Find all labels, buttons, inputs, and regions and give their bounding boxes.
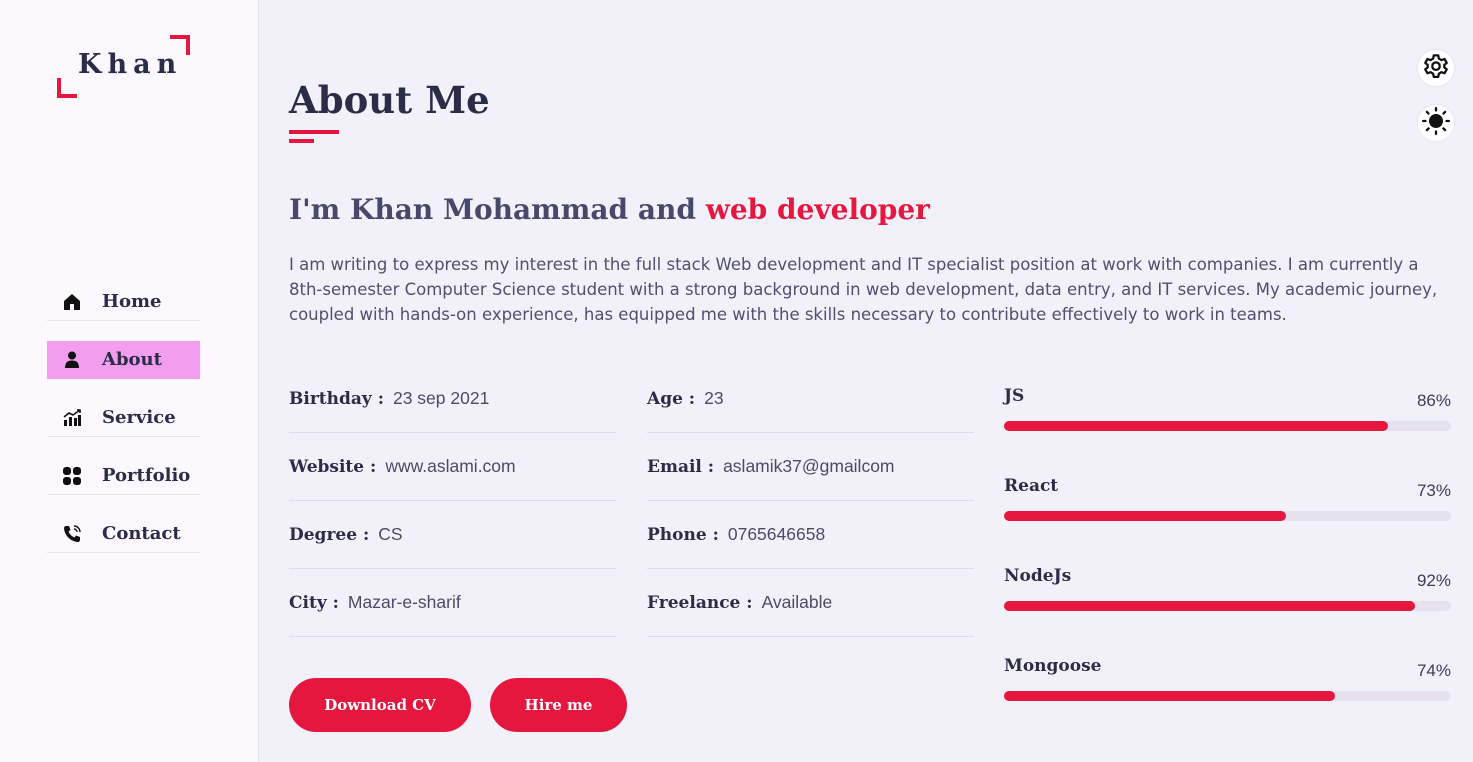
skill-name: NodeJs [1004,566,1072,586]
phone-icon [47,515,97,552]
skill-item: JS 86% [1004,386,1451,476]
skill-bar-fill [1004,511,1286,521]
info-label: City : [289,592,339,613]
settings-button[interactable] [1418,50,1454,86]
gear-icon [1421,51,1451,85]
skill-name: React [1004,476,1059,496]
skill-name: Mongoose [1004,656,1102,676]
skill-bar-track [1004,511,1451,521]
user-icon [47,341,97,378]
skill-percent: 86% [1416,391,1451,410]
info-label: Age : [647,388,696,409]
skill-name: JS [1004,386,1025,406]
sidebar-nav: Home About Service Portfolio Contact [47,283,200,573]
logo-corner-bottom-left [57,78,77,98]
sidebar-item-home[interactable]: Home [47,283,200,321]
sidebar-item-label: Contact [102,523,181,544]
info-label: Degree : [289,524,370,545]
logo[interactable]: Khan [57,35,190,98]
sidebar-item-contact[interactable]: Contact [47,515,200,553]
skill-bar-fill [1004,601,1416,611]
sidebar: Khan Home About Service Portfolio Contac… [0,0,259,762]
info-row-website: Website : www.aslami.com [289,433,616,501]
info-value: CS [378,524,403,544]
headline-accent: web developer [705,193,930,226]
title-underline [289,130,339,134]
skill-bar-track [1004,691,1451,701]
info-value: 23 [704,388,724,408]
info-value: www.aslami.com [385,456,516,476]
skill-bar-track [1004,601,1451,611]
download-cv-button[interactable]: Download CV [289,678,471,732]
skill-percent: 74% [1416,661,1451,680]
skill-bar-track [1004,421,1451,431]
sidebar-item-about[interactable]: About [47,341,200,379]
info-row-freelance: Freelance : Available [647,569,974,637]
skill-bar-fill [1004,691,1335,701]
headline: I'm Khan Mohammad and web developer [289,193,930,226]
info-row-age: Age : 23 [647,365,974,433]
info-label: Freelance : [647,592,753,613]
skill-percent: 73% [1416,481,1451,500]
info-row-phone: Phone : 0765646658 [647,501,974,569]
home-icon [47,283,97,320]
info-label: Phone : [647,524,719,545]
sidebar-item-label: About [102,349,162,370]
sidebar-item-label: Home [102,291,162,312]
info-label: Website : [289,456,377,477]
info-label: Email : [647,456,715,477]
sun-icon [1422,107,1450,139]
info-value: Available [761,592,833,612]
info-value: 23 sep 2021 [392,388,490,408]
info-row-birthday: Birthday : 23 sep 2021 [289,365,616,433]
info-column-1: Birthday : 23 sep 2021 Website : www.asl… [289,365,616,637]
sidebar-item-service[interactable]: Service [47,399,200,437]
info-value: Mazar-e-sharif [347,592,461,612]
skill-item: React 73% [1004,476,1451,566]
main-content: About Me I'm Khan Mohammad and web devel… [259,0,1473,762]
theme-toggle-button[interactable] [1418,105,1454,141]
info-row-email: Email : aslamik37@gmailcom [647,433,974,501]
sidebar-item-label: Service [102,407,176,428]
sidebar-item-label: Portfolio [102,465,191,486]
headline-prefix: I'm Khan Mohammad and [289,193,706,226]
title-underline-short [289,139,314,143]
hire-me-button[interactable]: Hire me [490,678,627,732]
page-title: About Me [289,78,490,122]
chart-icon [47,399,97,436]
info-label: Birthday : [289,388,384,409]
skill-bar-fill [1004,421,1389,431]
info-row-degree: Degree : CS [289,501,616,569]
info-value: aslamik37@gmailcom [723,456,895,476]
info-row-city: City : Mazar-e-sharif [289,569,616,637]
skill-percent: 92% [1416,571,1451,590]
sidebar-item-portfolio[interactable]: Portfolio [47,457,200,495]
skill-item: NodeJs 92% [1004,566,1451,656]
logo-text: Khan [78,49,183,80]
skill-item: Mongoose 74% [1004,656,1451,746]
skills-list: JS 86% React 73% NodeJs 92% Mongoose 74% [1004,386,1451,746]
info-value: 0765646658 [727,524,826,544]
intro-paragraph: I am writing to express my interest in t… [289,255,1438,324]
grid-icon [47,457,97,494]
info-column-2: Age : 23 Email : aslamik37@gmailcom Phon… [647,365,974,637]
